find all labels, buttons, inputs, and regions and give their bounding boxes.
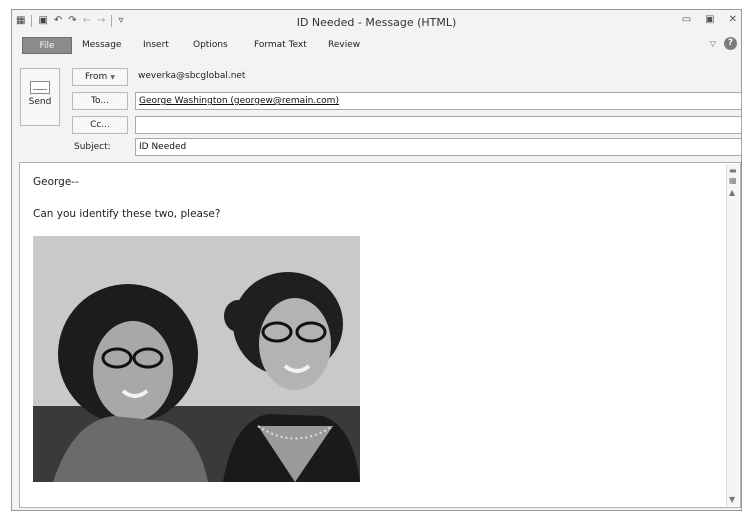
greeting-text: George-- <box>33 176 79 188</box>
from-address: weverka@sbcglobal.net <box>138 71 246 81</box>
photo-image <box>33 236 360 482</box>
vertical-scrollbar[interactable]: ▬ ▦ ▲ ▼ <box>726 164 739 506</box>
body-text: Can you identify these two, please? <box>33 208 221 220</box>
to-recipient[interactable]: George Washington (georgew@remain.com) <box>139 96 339 106</box>
minimize-ribbon-icon[interactable]: ▽ <box>710 39 716 48</box>
send-label: Send <box>28 97 52 107</box>
outlook-message-window: ▦ ▣ ↶ ↷ ← → ▿ ID Needed - Message (HTML)… <box>11 9 742 511</box>
tab-options[interactable]: Options <box>193 40 228 50</box>
subject-field[interactable]: ID Needed <box>135 138 742 156</box>
cc-field[interactable] <box>135 116 742 134</box>
scroll-up-icon[interactable]: ▲ <box>729 188 735 197</box>
scroll-down-icon[interactable]: ▼ <box>729 495 735 504</box>
close-icon[interactable]: ✕ <box>729 14 737 25</box>
embedded-photo[interactable] <box>33 236 360 482</box>
tab-file[interactable]: File <box>22 37 72 54</box>
from-label: From <box>85 72 108 82</box>
from-button[interactable]: From ▼ <box>72 68 128 86</box>
scroll-split-icon[interactable]: ▬ <box>729 166 737 175</box>
window-controls: ▭ ▣ ✕ <box>682 14 737 25</box>
tab-insert[interactable]: Insert <box>143 40 169 50</box>
message-header: Send From ▼ weverka@sbcglobal.net To... G… <box>12 60 742 160</box>
maximize-icon[interactable]: ▣ <box>705 14 714 25</box>
send-button[interactable]: Send <box>20 68 60 126</box>
title-bar: ▦ ▣ ↶ ↷ ← → ▿ ID Needed - Message (HTML)… <box>12 10 741 35</box>
chevron-down-icon: ▼ <box>110 74 115 81</box>
help-icon[interactable]: ? <box>724 37 737 50</box>
subject-label: Subject: <box>74 142 111 152</box>
to-button[interactable]: To... <box>72 92 128 110</box>
message-options-icon[interactable]: ▦ <box>729 176 737 185</box>
minimize-icon[interactable]: ▭ <box>682 14 691 25</box>
ribbon-right-controls: ▽ ? <box>710 37 737 50</box>
to-field[interactable]: George Washington (georgew@remain.com) <box>135 92 742 110</box>
tab-review[interactable]: Review <box>328 40 360 50</box>
message-body[interactable]: George-- Can you identify these two, ple… <box>19 162 741 508</box>
tab-format-text[interactable]: Format Text <box>254 40 307 50</box>
tab-message[interactable]: Message <box>82 40 121 50</box>
ribbon-tabs: File Message Insert Options Format Text … <box>12 37 741 57</box>
send-icon <box>30 81 50 94</box>
window-title: ID Needed - Message (HTML) <box>296 16 457 29</box>
cc-button[interactable]: Cc... <box>72 116 128 134</box>
